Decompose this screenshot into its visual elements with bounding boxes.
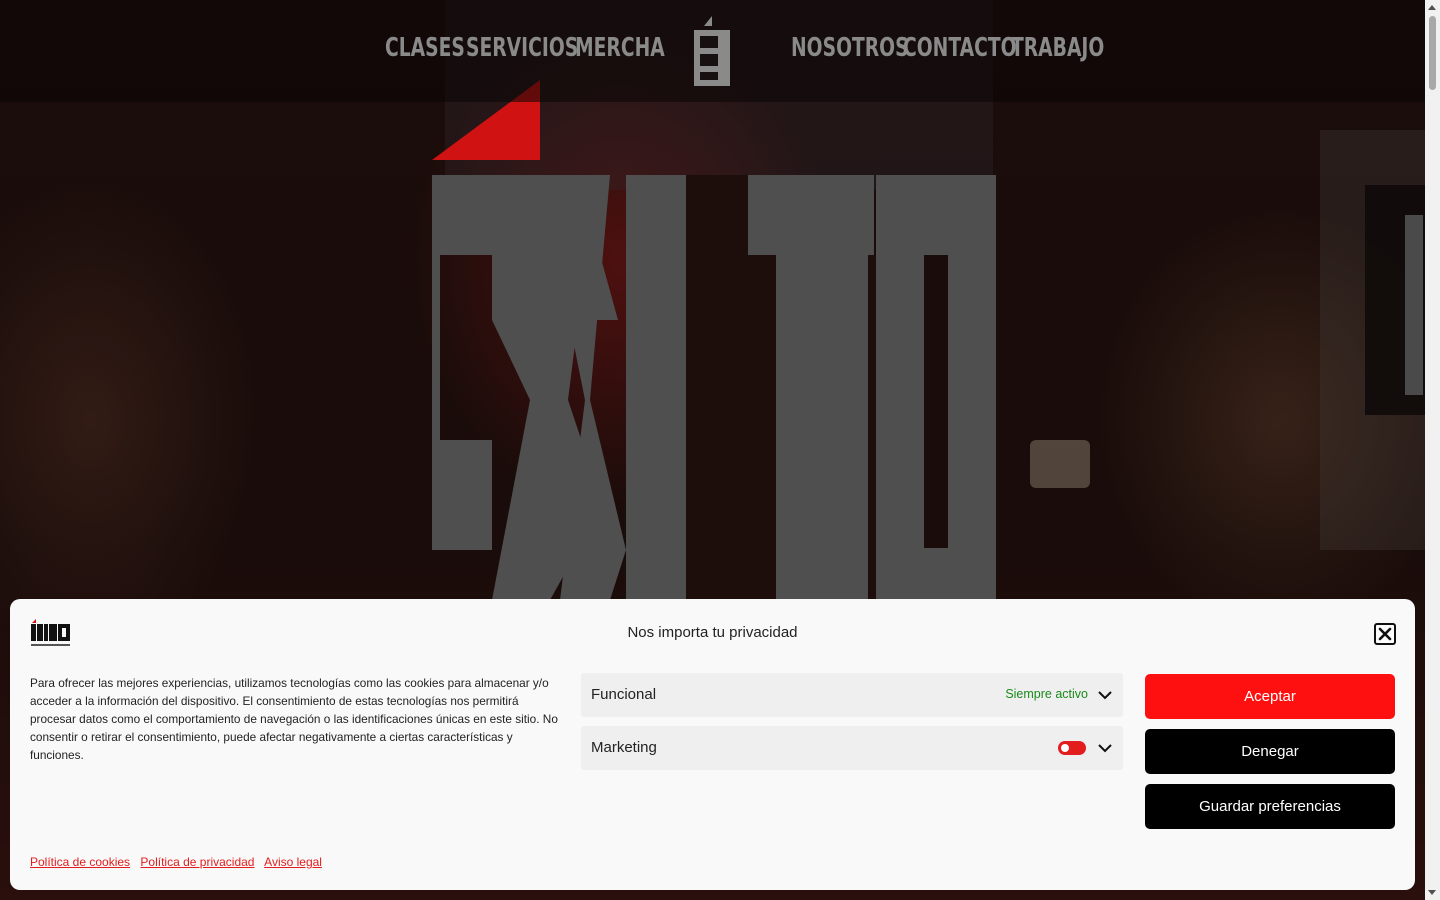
category-label: Funcional bbox=[591, 686, 657, 703]
save-preferences-button[interactable]: Guardar preferencias bbox=[1145, 784, 1395, 829]
cookie-policy-link[interactable]: Política de cookies bbox=[30, 855, 130, 869]
cookie-consent-banner: Nos importa tu privacidad Para ofrecer l… bbox=[10, 599, 1415, 890]
banner-title: Nos importa tu privacidad bbox=[627, 624, 798, 641]
chevron-down-icon[interactable] bbox=[1097, 687, 1113, 703]
nav-link-nosotros[interactable]: NOSOTROS bbox=[791, 33, 909, 63]
chevron-down-icon[interactable] bbox=[1097, 740, 1113, 756]
category-funcional[interactable]: Funcional Siempre activo bbox=[581, 673, 1123, 717]
hero-logo bbox=[432, 80, 996, 600]
close-icon bbox=[1378, 627, 1392, 641]
privacy-policy-link[interactable]: Política de privacidad bbox=[140, 855, 254, 869]
close-banner-button[interactable] bbox=[1374, 623, 1396, 645]
policy-links: Política de cookies Política de privacid… bbox=[30, 855, 329, 869]
banner-description: Para ofrecer las mejores experiencias, u… bbox=[30, 676, 558, 762]
nav-link-clases[interactable]: CLASES bbox=[385, 33, 465, 63]
category-label: Marketing bbox=[591, 739, 657, 756]
header-logo[interactable] bbox=[692, 16, 732, 86]
accept-button[interactable]: Aceptar bbox=[1145, 674, 1395, 719]
nav-link-servicios[interactable]: SERVICIOS bbox=[466, 33, 578, 63]
scroll-down-arrow-icon[interactable] bbox=[1428, 890, 1436, 895]
hero-lamp bbox=[1030, 440, 1090, 488]
category-marketing[interactable]: Marketing bbox=[581, 726, 1123, 770]
marketing-toggle[interactable] bbox=[1058, 741, 1086, 755]
always-active-badge: Siempre activo bbox=[1005, 687, 1088, 701]
nav-link-contacto[interactable]: CONTACTO bbox=[903, 33, 1017, 63]
nav-link-trabajo[interactable]: TRABAJO bbox=[1011, 33, 1104, 63]
deny-button[interactable]: Denegar bbox=[1145, 729, 1395, 774]
scroll-up-arrow-icon[interactable] bbox=[1428, 5, 1436, 10]
scroll-thumb[interactable] bbox=[1429, 16, 1436, 90]
hero-sign bbox=[1365, 185, 1425, 415]
legal-notice-link[interactable]: Aviso legal bbox=[264, 855, 322, 869]
nav-link-mercha[interactable]: MERCHA bbox=[575, 33, 665, 63]
page-scrollbar[interactable] bbox=[1425, 0, 1440, 900]
